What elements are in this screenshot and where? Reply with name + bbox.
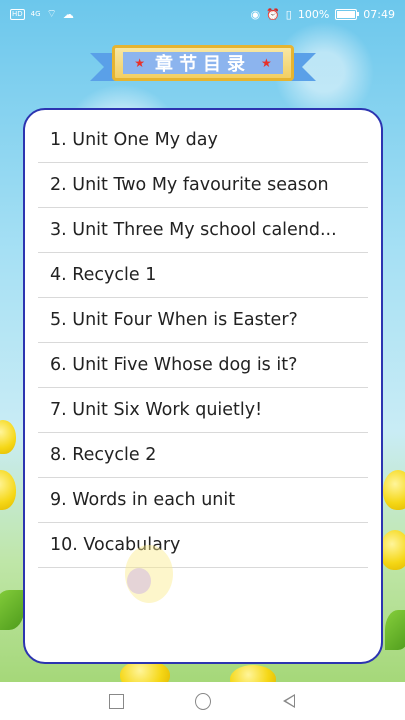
home-button[interactable] xyxy=(194,692,211,710)
flower-decoration xyxy=(0,470,16,510)
chapter-item[interactable]: 6. Unit Five Whose dog is it? xyxy=(38,343,368,388)
chapter-item-label: 2. Unit Two My favourite season xyxy=(50,175,329,195)
banner-frame: ★ 章节目录 ★ xyxy=(112,45,294,81)
circle-icon xyxy=(194,692,211,710)
leaf-decoration xyxy=(0,590,24,630)
chapter-item-label: 7. Unit Six Work quietly! xyxy=(50,400,263,420)
chapter-item-label: 4. Recycle 1 xyxy=(50,265,157,285)
vibrate-icon: ▯ xyxy=(285,7,292,21)
title-banner: ★ 章节目录 ★ xyxy=(90,45,316,87)
chapter-item[interactable]: 10. Vocabulary xyxy=(38,523,368,568)
battery-percent: 100% xyxy=(297,7,330,21)
alarm-icon: ⏰ xyxy=(266,7,280,21)
clock: 07:49 xyxy=(363,7,395,21)
star-icon: ★ xyxy=(134,56,145,70)
flower-decoration xyxy=(380,530,405,570)
page-title: 章节目录 xyxy=(155,54,251,75)
chapter-item-label: 9. Words in each unit xyxy=(50,490,236,510)
status-bar: HD 4G ⌔ ☁ ◉ ⏰ ▯ 100% 07:49 xyxy=(0,0,405,28)
flower-decoration xyxy=(383,470,405,510)
chapter-item[interactable]: 8. Recycle 2 xyxy=(38,433,368,478)
chapter-item-label: 6. Unit Five Whose dog is it? xyxy=(50,355,298,375)
recent-apps-button[interactable] xyxy=(109,693,125,709)
signal-icon: 4G xyxy=(30,10,41,18)
chapter-item-label: 5. Unit Four When is Easter? xyxy=(50,310,298,330)
system-nav-bar xyxy=(0,682,405,720)
chapter-item[interactable]: 3. Unit Three My school calend... xyxy=(38,208,368,253)
chapter-item[interactable]: 2. Unit Two My favourite season xyxy=(38,163,368,208)
chapter-item[interactable]: 5. Unit Four When is Easter? xyxy=(38,298,368,343)
chapter-item[interactable]: 1. Unit One My day xyxy=(38,118,368,163)
bubble-decoration xyxy=(127,568,151,594)
chapter-item[interactable]: 4. Recycle 1 xyxy=(38,253,368,298)
leaf-decoration xyxy=(385,610,405,650)
hd-badge: HD xyxy=(10,8,25,20)
chapter-item-label: 3. Unit Three My school calend... xyxy=(50,220,337,240)
battery-icon xyxy=(335,8,360,20)
chapter-item[interactable]: 9. Words in each unit xyxy=(38,478,368,523)
wifi-icon: ⌔ xyxy=(46,7,57,20)
chapter-list: 1. Unit One My day 2. Unit Two My favour… xyxy=(25,110,381,568)
back-button[interactable] xyxy=(281,693,297,709)
chapter-item[interactable]: 7. Unit Six Work quietly! xyxy=(38,388,368,433)
star-icon: ★ xyxy=(261,56,272,70)
chapter-item-label: 1. Unit One My day xyxy=(50,130,218,150)
cloud-icon: ☁ xyxy=(62,7,74,21)
triangle-back-icon xyxy=(282,694,295,708)
eye-icon: ◉ xyxy=(250,7,261,21)
chapter-item-label: 8. Recycle 2 xyxy=(50,445,157,465)
chapter-list-card: 1. Unit One My day 2. Unit Two My favour… xyxy=(23,108,383,664)
flower-decoration xyxy=(0,420,16,454)
square-icon xyxy=(109,693,124,709)
